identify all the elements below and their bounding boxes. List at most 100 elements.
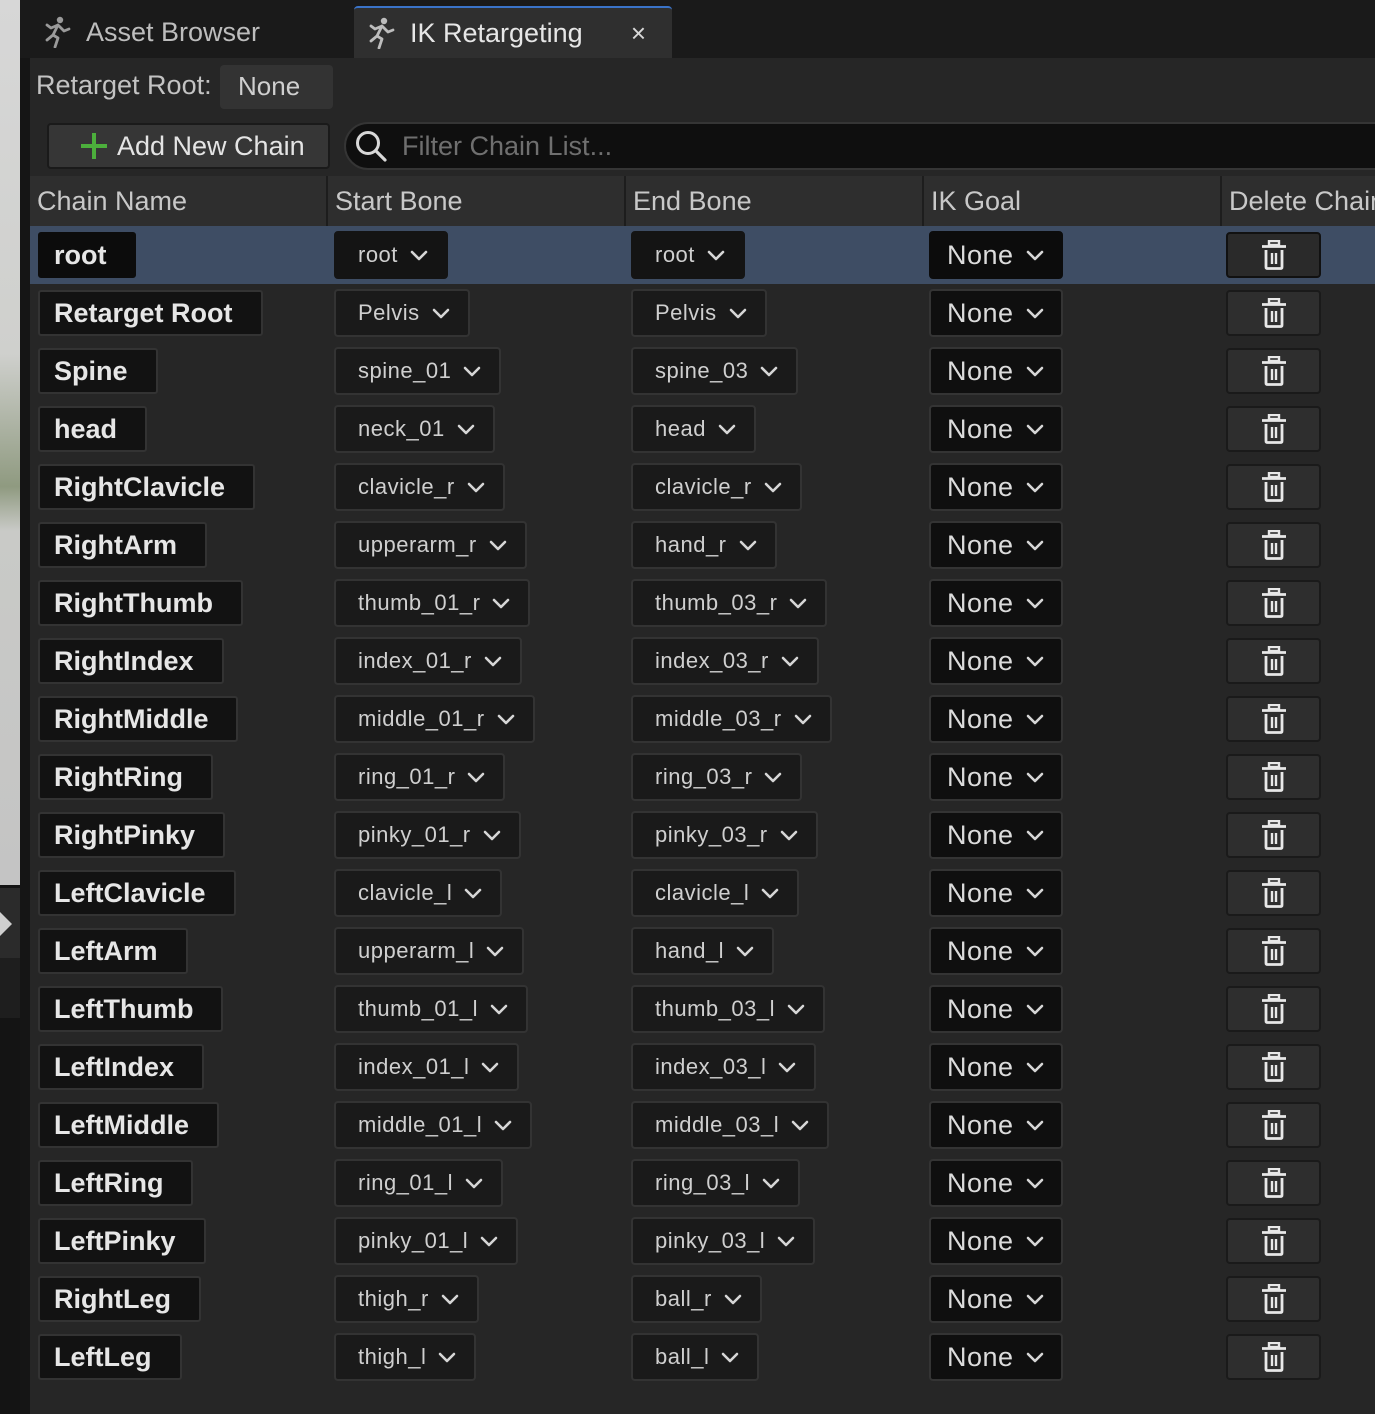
- ik-goal-dropdown[interactable]: None: [929, 463, 1063, 511]
- start-bone-dropdown[interactable]: clavicle_r: [334, 463, 505, 511]
- end-bone-dropdown[interactable]: index_03_l: [631, 1043, 817, 1091]
- ik-goal-dropdown[interactable]: None: [929, 869, 1063, 917]
- ik-goal-dropdown[interactable]: None: [929, 231, 1063, 279]
- chain-name-field[interactable]: LeftMiddle: [38, 1102, 219, 1148]
- ik-goal-dropdown[interactable]: None: [929, 289, 1063, 337]
- delete-chain-button[interactable]: [1226, 754, 1321, 800]
- ik-goal-dropdown[interactable]: None: [929, 405, 1063, 453]
- chain-name-field[interactable]: root: [38, 232, 137, 278]
- table-row[interactable]: LeftClavicle clavicle_l clavicle_l None: [30, 864, 1375, 922]
- start-bone-dropdown[interactable]: thigh_l: [334, 1333, 477, 1381]
- end-bone-dropdown[interactable]: ball_r: [631, 1275, 762, 1323]
- table-row[interactable]: RightArm upperarm_r hand_r None: [30, 516, 1375, 574]
- end-bone-dropdown[interactable]: pinky_03_l: [631, 1217, 816, 1265]
- start-bone-dropdown[interactable]: middle_01_l: [334, 1101, 533, 1149]
- delete-chain-button[interactable]: [1226, 522, 1321, 568]
- filter-chain-search[interactable]: [344, 122, 1375, 170]
- end-bone-dropdown[interactable]: root: [631, 231, 745, 279]
- table-row[interactable]: RightPinky pinky_01_r pinky_03_r None: [30, 806, 1375, 864]
- delete-chain-button[interactable]: [1226, 464, 1321, 510]
- start-bone-dropdown[interactable]: root: [334, 231, 448, 279]
- chain-name-field[interactable]: LeftPinky: [38, 1218, 206, 1264]
- delete-chain-button[interactable]: [1226, 406, 1321, 452]
- end-bone-dropdown[interactable]: ring_03_r: [631, 753, 803, 801]
- chain-name-field[interactable]: RightMiddle: [38, 696, 239, 742]
- delete-chain-button[interactable]: [1226, 348, 1321, 394]
- column-header-end-bone[interactable]: End Bone: [624, 176, 922, 226]
- delete-chain-button[interactable]: [1226, 232, 1321, 278]
- table-row[interactable]: LeftRing ring_01_l ring_03_l None: [30, 1154, 1375, 1212]
- end-bone-dropdown[interactable]: ball_l: [631, 1333, 760, 1381]
- table-row[interactable]: RightLeg thigh_r ball_r None: [30, 1270, 1375, 1328]
- table-row[interactable]: LeftMiddle middle_01_l middle_03_l None: [30, 1096, 1375, 1154]
- expand-panel-button[interactable]: [0, 888, 20, 958]
- ik-goal-dropdown[interactable]: None: [929, 579, 1063, 627]
- delete-chain-button[interactable]: [1226, 1276, 1321, 1322]
- chain-name-field[interactable]: LeftLeg: [38, 1334, 182, 1380]
- table-row[interactable]: LeftArm upperarm_l hand_l None: [30, 922, 1375, 980]
- column-header-ik-goal[interactable]: IK Goal: [922, 176, 1220, 226]
- delete-chain-button[interactable]: [1226, 290, 1321, 336]
- table-row[interactable]: LeftPinky pinky_01_l pinky_03_l None: [30, 1212, 1375, 1270]
- ik-goal-dropdown[interactable]: None: [929, 1217, 1063, 1265]
- delete-chain-button[interactable]: [1226, 870, 1321, 916]
- start-bone-dropdown[interactable]: pinky_01_l: [334, 1217, 519, 1265]
- delete-chain-button[interactable]: [1226, 1044, 1321, 1090]
- chain-name-field[interactable]: LeftArm: [38, 928, 188, 974]
- column-header-delete-chain[interactable]: Delete Chain: [1220, 176, 1375, 226]
- chain-name-field[interactable]: RightIndex: [38, 638, 224, 684]
- table-row[interactable]: root root root None: [30, 226, 1375, 284]
- end-bone-dropdown[interactable]: thumb_03_l: [631, 985, 825, 1033]
- delete-chain-button[interactable]: [1226, 580, 1321, 626]
- table-row[interactable]: head neck_01 head None: [30, 400, 1375, 458]
- ik-goal-dropdown[interactable]: None: [929, 1275, 1063, 1323]
- start-bone-dropdown[interactable]: neck_01: [334, 405, 495, 453]
- delete-chain-button[interactable]: [1226, 638, 1321, 684]
- ik-goal-dropdown[interactable]: None: [929, 521, 1063, 569]
- start-bone-dropdown[interactable]: ring_01_l: [334, 1159, 504, 1207]
- ik-goal-dropdown[interactable]: None: [929, 1101, 1063, 1149]
- chain-name-field[interactable]: LeftRing: [38, 1160, 194, 1206]
- chain-name-field[interactable]: Retarget Root: [38, 290, 263, 336]
- end-bone-dropdown[interactable]: ring_03_l: [631, 1159, 801, 1207]
- ik-goal-dropdown[interactable]: None: [929, 753, 1063, 801]
- start-bone-dropdown[interactable]: thumb_01_r: [334, 579, 531, 627]
- chain-name-field[interactable]: RightClavicle: [38, 464, 256, 510]
- start-bone-dropdown[interactable]: thumb_01_l: [334, 985, 528, 1033]
- delete-chain-button[interactable]: [1226, 812, 1321, 858]
- chain-name-field[interactable]: RightLeg: [38, 1276, 201, 1322]
- end-bone-dropdown[interactable]: thumb_03_r: [631, 579, 828, 627]
- delete-chain-button[interactable]: [1226, 1334, 1321, 1380]
- chain-name-field[interactable]: LeftThumb: [38, 986, 224, 1032]
- table-row[interactable]: Retarget Root Pelvis Pelvis None: [30, 284, 1375, 342]
- end-bone-dropdown[interactable]: index_03_r: [631, 637, 819, 685]
- delete-chain-button[interactable]: [1226, 1102, 1321, 1148]
- end-bone-dropdown[interactable]: clavicle_r: [631, 463, 802, 511]
- retarget-root-dropdown[interactable]: None: [220, 65, 333, 109]
- start-bone-dropdown[interactable]: middle_01_r: [334, 695, 535, 743]
- add-new-chain-button[interactable]: Add New Chain: [47, 123, 330, 169]
- table-row[interactable]: LeftThumb thumb_01_l thumb_03_l None: [30, 980, 1375, 1038]
- ik-goal-dropdown[interactable]: None: [929, 927, 1063, 975]
- start-bone-dropdown[interactable]: ring_01_r: [334, 753, 506, 801]
- chain-name-field[interactable]: head: [38, 406, 148, 452]
- chain-name-field[interactable]: Spine: [38, 348, 158, 394]
- tab-ik-retargeting[interactable]: IK Retargeting ×: [354, 6, 672, 58]
- end-bone-dropdown[interactable]: head: [631, 405, 756, 453]
- end-bone-dropdown[interactable]: spine_03: [631, 347, 799, 395]
- chain-name-field[interactable]: LeftIndex: [38, 1044, 205, 1090]
- ik-goal-dropdown[interactable]: None: [929, 347, 1063, 395]
- chain-name-field[interactable]: RightThumb: [38, 580, 243, 626]
- end-bone-dropdown[interactable]: middle_03_l: [631, 1101, 830, 1149]
- end-bone-dropdown[interactable]: Pelvis: [631, 289, 767, 337]
- start-bone-dropdown[interactable]: pinky_01_r: [334, 811, 521, 859]
- ik-goal-dropdown[interactable]: None: [929, 1159, 1063, 1207]
- chain-name-field[interactable]: RightRing: [38, 754, 213, 800]
- table-row[interactable]: RightThumb thumb_01_r thumb_03_r None: [30, 574, 1375, 632]
- filter-chain-input[interactable]: [402, 130, 1302, 162]
- ik-goal-dropdown[interactable]: None: [929, 1333, 1063, 1381]
- start-bone-dropdown[interactable]: upperarm_l: [334, 927, 525, 975]
- end-bone-dropdown[interactable]: hand_l: [631, 927, 775, 975]
- delete-chain-button[interactable]: [1226, 1218, 1321, 1264]
- start-bone-dropdown[interactable]: index_01_l: [334, 1043, 520, 1091]
